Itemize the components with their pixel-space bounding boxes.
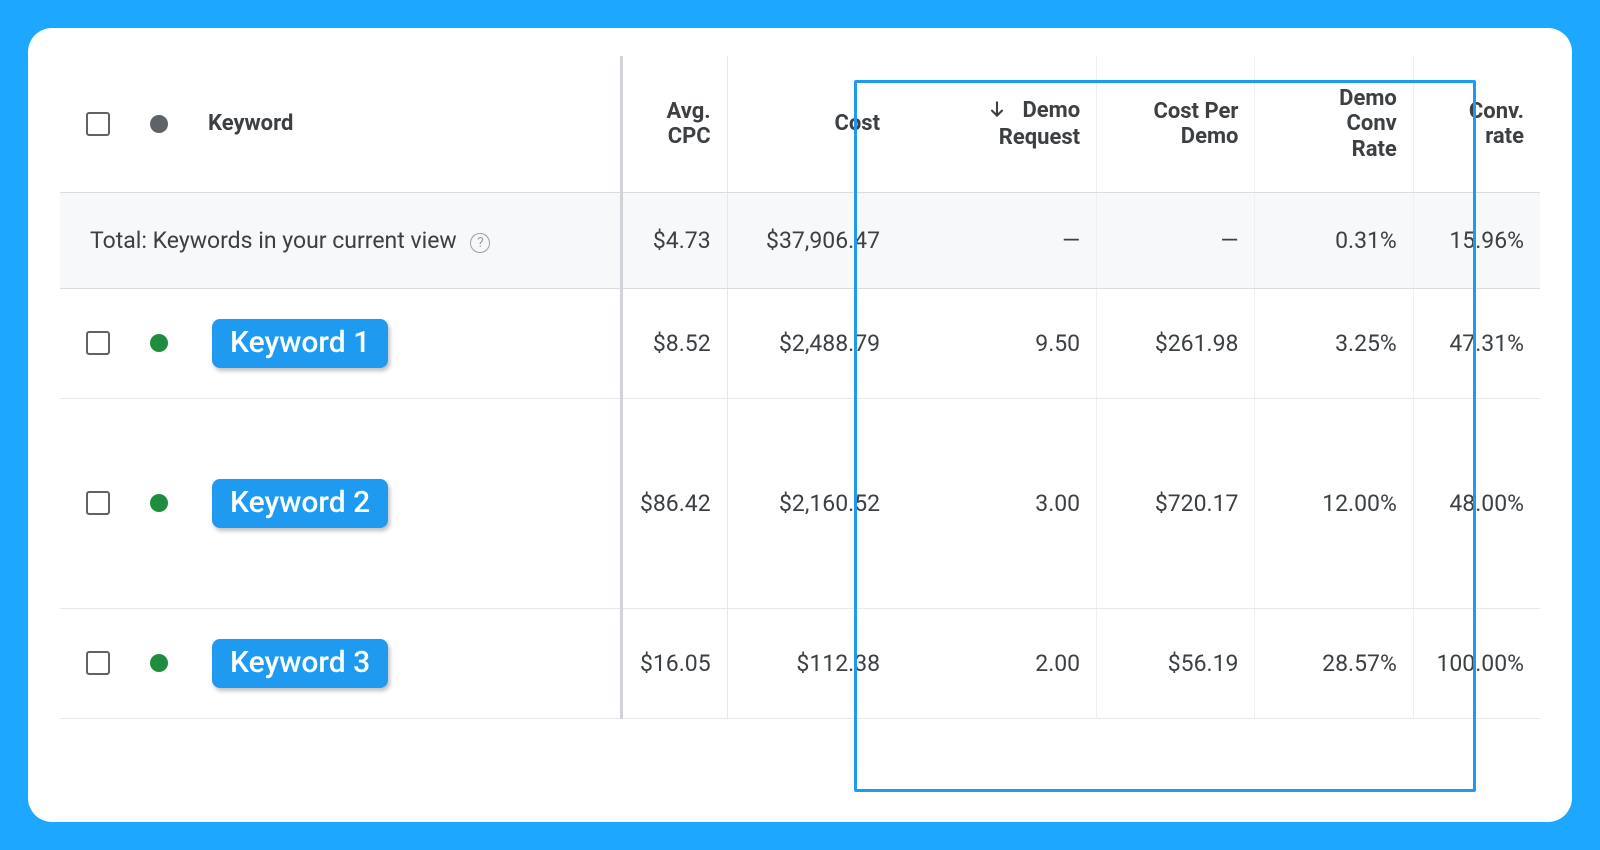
- cell-conv-rate: 100.00%: [1413, 608, 1540, 718]
- totals-cost: $37,906.47: [727, 192, 896, 288]
- table-row[interactable]: Keyword 1 $8.52 $2,488.79 9.50 $261.98 3…: [60, 288, 1540, 398]
- cell-conv-rate: 48.00%: [1413, 398, 1540, 608]
- sort-desc-icon: [987, 99, 1007, 125]
- row-checkbox[interactable]: [86, 331, 110, 355]
- totals-label: Total: Keywords in your current view: [90, 227, 457, 254]
- cell-demo-conv-rate: 12.00%: [1255, 398, 1413, 608]
- cell-cost: $2,488.79: [727, 288, 896, 398]
- help-icon[interactable]: ?: [470, 233, 490, 253]
- cell-cost: $112.38: [727, 608, 896, 718]
- cell-conv-rate: 47.31%: [1413, 288, 1540, 398]
- col-header-avg-cpc[interactable]: Avg. CPC: [622, 56, 728, 192]
- col-header-keyword[interactable]: Keyword: [60, 56, 622, 192]
- cell-demo-request: 9.50: [896, 288, 1097, 398]
- cell-avg-cpc: $16.05: [622, 608, 728, 718]
- cell-demo-conv-rate: 28.57%: [1255, 608, 1413, 718]
- keywords-table-card: Keyword Avg. CPC Cost Demo Request: [28, 28, 1572, 822]
- col-header-cost[interactable]: Cost: [727, 56, 896, 192]
- table-row[interactable]: Keyword 3 $16.05 $112.38 2.00 $56.19 28.…: [60, 608, 1540, 718]
- col-header-demo-conv-rate[interactable]: Demo Conv Rate: [1255, 56, 1413, 192]
- cell-demo-request: 2.00: [896, 608, 1097, 718]
- col-header-demo-request[interactable]: Demo Request: [896, 56, 1097, 192]
- totals-conv-rate: 15.96%: [1413, 192, 1540, 288]
- table-row[interactable]: Keyword 2 $86.42 $2,160.52 3.00 $720.17 …: [60, 398, 1540, 608]
- totals-avg-cpc: $4.73: [622, 192, 728, 288]
- row-checkbox[interactable]: [86, 651, 110, 675]
- cell-avg-cpc: $8.52: [622, 288, 728, 398]
- status-enabled-icon: [150, 654, 168, 672]
- status-dot-icon: [150, 115, 168, 133]
- keywords-table: Keyword Avg. CPC Cost Demo Request: [60, 56, 1540, 719]
- status-enabled-icon: [150, 494, 168, 512]
- totals-demo-request: —: [896, 192, 1097, 288]
- totals-cost-per-demo: —: [1097, 192, 1255, 288]
- cell-cost: $2,160.52: [727, 398, 896, 608]
- cell-cost-per-demo: $56.19: [1097, 608, 1255, 718]
- row-checkbox[interactable]: [86, 491, 110, 515]
- totals-demo-conv-rate: 0.31%: [1255, 192, 1413, 288]
- cell-avg-cpc: $86.42: [622, 398, 728, 608]
- totals-row: Total: Keywords in your current view ? $…: [60, 192, 1540, 288]
- select-all-checkbox[interactable]: [86, 112, 110, 136]
- cell-cost-per-demo: $261.98: [1097, 288, 1255, 398]
- status-enabled-icon: [150, 334, 168, 352]
- cell-demo-conv-rate: 3.25%: [1255, 288, 1413, 398]
- cell-demo-request: 3.00: [896, 398, 1097, 608]
- keyword-pill: Keyword 3: [212, 639, 388, 688]
- col-header-keyword-label: Keyword: [208, 111, 293, 136]
- keyword-pill: Keyword 1: [212, 319, 388, 368]
- col-header-conv-rate[interactable]: Conv. rate: [1413, 56, 1540, 192]
- cell-cost-per-demo: $720.17: [1097, 398, 1255, 608]
- col-header-cost-per-demo[interactable]: Cost Per Demo: [1097, 56, 1255, 192]
- keyword-pill: Keyword 2: [212, 479, 388, 528]
